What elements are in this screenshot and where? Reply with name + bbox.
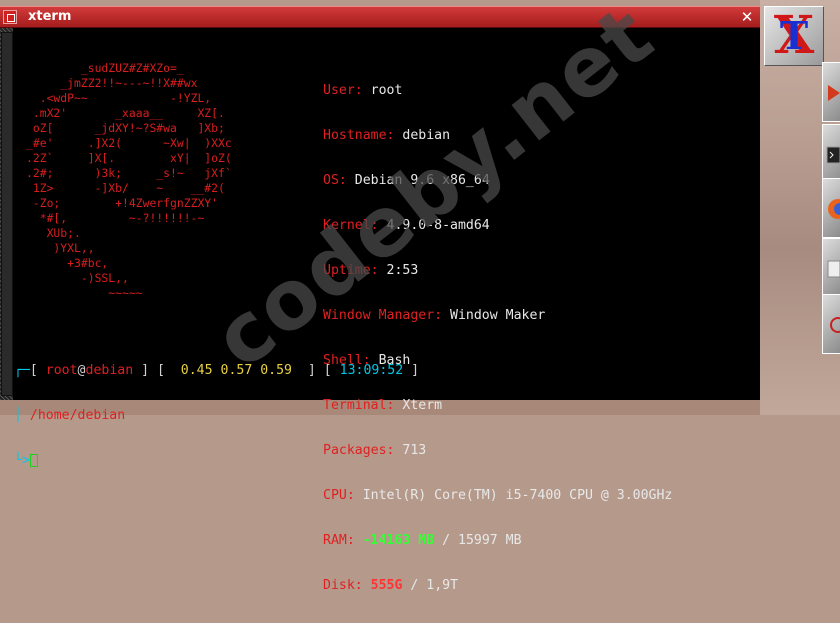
- red-arrow-icon: [828, 85, 840, 101]
- dock-app-icon-2[interactable]: [822, 62, 840, 122]
- dock-app-icon-5[interactable]: [822, 238, 840, 298]
- scrollbar[interactable]: [0, 28, 13, 400]
- xterm-x-logo-icon: XT: [773, 5, 815, 66]
- debian-swirl-ascii-logo: _sudZUZ#Z#XZo=_ _jmZZ2!!~---~!!X##wx .<w…: [26, 61, 232, 300]
- info-uptime: Uptime: 2:53: [323, 263, 419, 278]
- miniaturize-button[interactable]: [3, 10, 17, 24]
- close-button[interactable]: ✕: [738, 9, 756, 25]
- dock-terminal-icon[interactable]: [822, 124, 840, 184]
- dock-app-icon-6[interactable]: [822, 294, 840, 354]
- prompt-line-1: ┌─[ root@debian ] [ 0.45 0.57 0.59 ] [ 1…: [14, 363, 420, 378]
- firefox-icon: [828, 199, 840, 219]
- xterm-window: xterm ✕ _sudZUZ#Z#XZo=_ _jmZZ2!!~---~!!X…: [0, 6, 760, 593]
- window-title: xterm: [28, 9, 72, 24]
- info-hostname: Hostname: debian: [323, 128, 451, 143]
- info-ram: RAM: -14163 MB / 15997 MB: [323, 533, 522, 548]
- red-swirl-icon: [830, 317, 840, 333]
- window-titlebar[interactable]: xterm ✕: [0, 6, 760, 28]
- blank-app-icon: [827, 260, 840, 278]
- scrollbar-thumb[interactable]: [1, 32, 13, 396]
- dock-firefox-icon[interactable]: [822, 178, 840, 238]
- text-cursor: [29, 453, 38, 467]
- prompt-line-2: │ /home/debian: [14, 408, 126, 423]
- info-window-manager: Window Manager: Window Maker: [323, 308, 546, 323]
- dock-xterm-icon[interactable]: XT: [764, 6, 824, 66]
- prompt-line-3: └>: [14, 453, 419, 468]
- info-os: OS: Debian 9.6 x86_64: [323, 173, 490, 188]
- terminal-icon: [826, 146, 840, 164]
- info-user: User: root: [323, 83, 403, 98]
- shell-prompt[interactable]: ┌─[ root@debian ] [ 0.45 0.57 0.59 ] [ 1…: [14, 333, 419, 498]
- info-disk: Disk: 555G / 1,9T: [323, 578, 459, 593]
- info-kernel: Kernel: 4.9.0-8-amd64: [323, 218, 490, 233]
- terminal-area[interactable]: _sudZUZ#Z#XZo=_ _jmZZ2!!~---~!!X##wx .<w…: [0, 28, 760, 593]
